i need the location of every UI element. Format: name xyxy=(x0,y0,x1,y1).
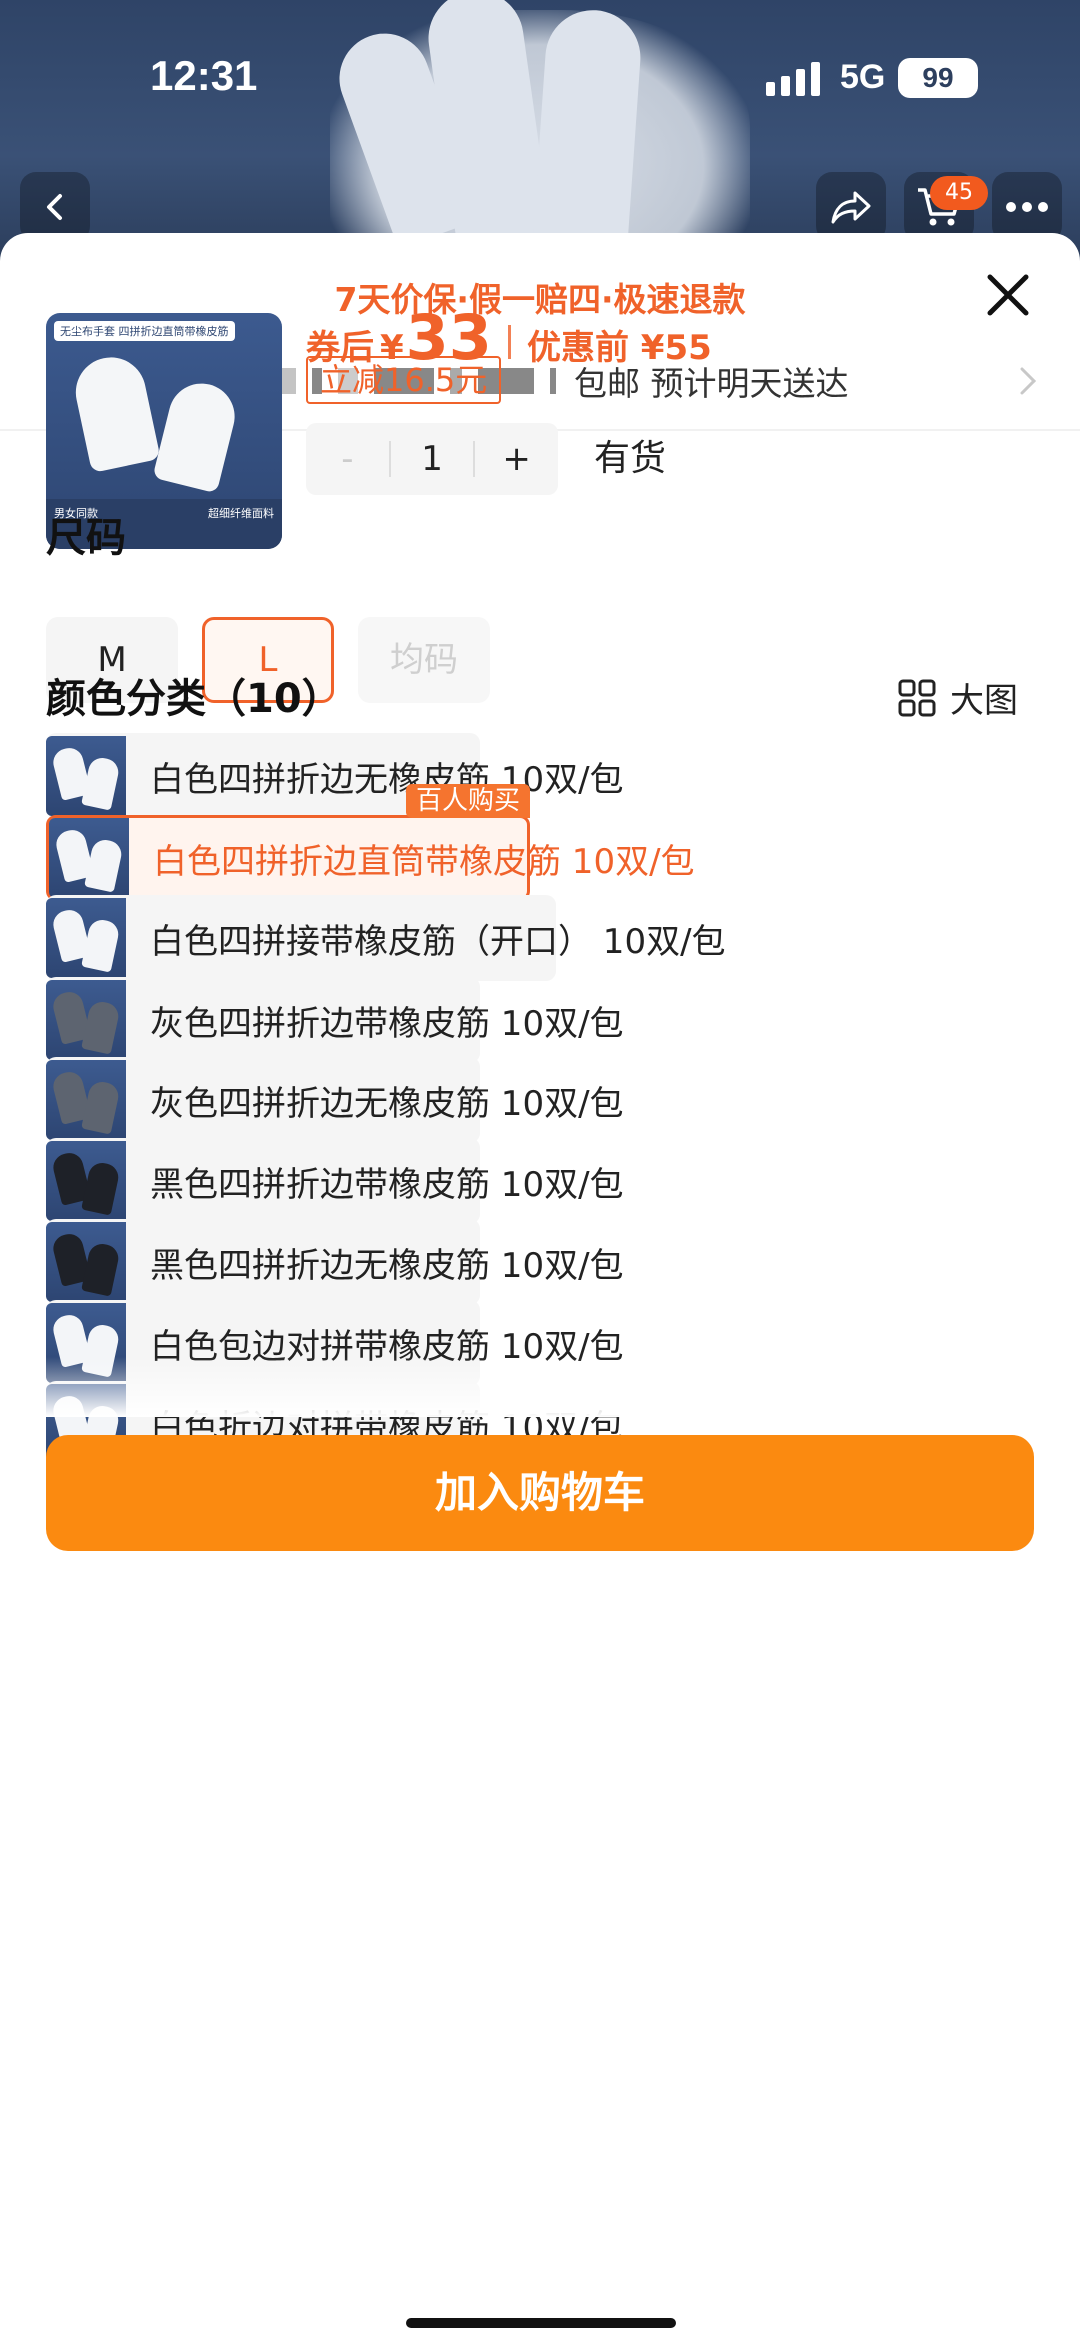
cart-count-badge: 45 xyxy=(930,176,988,210)
stock-status: 有货 xyxy=(594,438,667,479)
thumbnail-tag: 无尘布手套 四拼折边直筒带橡皮筋 xyxy=(54,321,235,341)
close-icon xyxy=(987,274,1029,316)
original-price: 优惠前 ¥55 xyxy=(526,328,712,368)
more-dots-icon xyxy=(1006,202,1048,212)
quantity-value[interactable]: 1 xyxy=(391,439,474,479)
color-option-label: 白色四拼折边无橡皮筋 10双/包 xyxy=(150,759,624,800)
color-option-label: 黑色四拼折边无橡皮筋 10双/包 xyxy=(150,1245,624,1286)
color-option-thumbnail xyxy=(49,818,129,898)
close-button[interactable] xyxy=(976,263,1040,327)
big-image-toggle[interactable]: 大图 xyxy=(898,673,1018,722)
size-section-title: 尺码 xyxy=(46,515,126,561)
color-option-thumbnail xyxy=(46,736,126,816)
list-fade xyxy=(0,1357,1080,1417)
color-option-thumbnail xyxy=(46,1060,126,1140)
price-separator xyxy=(507,325,511,359)
status-bar: 12:31 5G 99 xyxy=(0,0,1080,150)
chevron-left-icon xyxy=(47,194,62,220)
color-option-thumbnail xyxy=(46,1222,126,1302)
color-option[interactable]: 白色四拼折边直筒带橡皮筋 10双/包 百人购买 xyxy=(46,784,695,901)
color-option-label: 灰色四拼折边带橡皮筋 10双/包 xyxy=(150,1003,624,1044)
color-options-list: 白色四拼折边无橡皮筋 10双/包 白色四拼折边直筒带橡皮筋 10双/包 百人购买 白色… xyxy=(46,733,1046,1753)
color-option-label: 黑色四拼折边带橡皮筋 10双/包 xyxy=(150,1164,624,1205)
color-option[interactable]: 灰色四拼折边无橡皮筋 10双/包 xyxy=(46,1057,624,1143)
sku-selection-sheet: 7天价保·假一赔四·极速退款 包邮 预计明天送达 无尘布手套 四拼折边直筒带橡皮… xyxy=(0,233,1080,2347)
quantity-stepper: - 1 + xyxy=(306,423,558,495)
color-option-thumbnail xyxy=(46,898,126,978)
grid-icon xyxy=(898,679,936,716)
color-option[interactable]: 黑色四拼折边无橡皮筋 10双/包 xyxy=(46,1219,624,1305)
more-button[interactable] xyxy=(992,172,1062,242)
color-option[interactable]: 黑色四拼折边带橡皮筋 10双/包 xyxy=(46,1138,624,1224)
popular-badge: 百人购买 xyxy=(405,784,530,818)
chevron-right-icon xyxy=(1020,367,1037,395)
color-option-label: 灰色四拼折边无橡皮筋 10双/包 xyxy=(150,1083,624,1124)
battery-icon: 99 xyxy=(898,58,978,98)
network-type: 5G xyxy=(840,58,886,96)
add-to-cart-button[interactable]: 加入购物车 xyxy=(46,1435,1034,1551)
increase-quantity-button[interactable]: + xyxy=(475,439,558,479)
color-option-label: 白色四拼接带橡皮筋（开口） 10双/包 xyxy=(150,921,726,962)
home-indicator xyxy=(406,2318,676,2328)
back-button[interactable] xyxy=(20,172,90,242)
color-option[interactable]: 白色四拼接带橡皮筋（开口） 10双/包 xyxy=(46,895,726,981)
signal-icon xyxy=(766,62,820,96)
color-option-thumbnail xyxy=(46,980,126,1060)
share-button[interactable] xyxy=(816,172,886,242)
share-icon xyxy=(831,191,871,224)
color-option-thumbnail xyxy=(46,1141,126,1221)
size-option-free[interactable]: 均码 xyxy=(358,617,490,703)
color-option-label: 白色四拼折边直筒带橡皮筋 10双/包 xyxy=(153,841,695,882)
color-option[interactable]: 灰色四拼折边带橡皮筋 10双/包 xyxy=(46,977,624,1063)
discount-tag: 立减16.5元 xyxy=(306,356,502,404)
status-time: 12:31 xyxy=(150,52,258,99)
decrease-quantity-button[interactable]: - xyxy=(306,439,389,479)
color-section-title: 颜色分类（10） xyxy=(46,676,342,722)
